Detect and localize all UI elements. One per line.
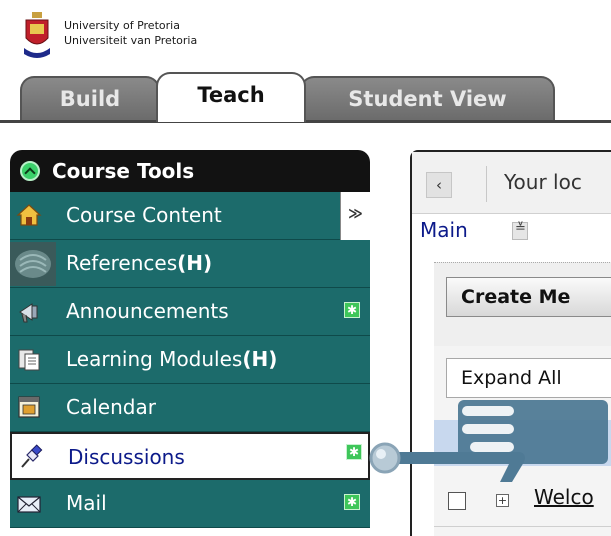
menu-item-label: Course Content bbox=[66, 203, 222, 227]
menu-item-learning-modules[interactable]: Learning Modules(H) bbox=[10, 336, 370, 384]
row-expand-icon[interactable]: + bbox=[496, 494, 509, 507]
menu-item-text: Learning Modules bbox=[66, 347, 243, 371]
university-crest-icon bbox=[24, 12, 50, 58]
menu-item-label: Calendar bbox=[66, 395, 156, 419]
book-icon bbox=[10, 242, 56, 286]
row-divider bbox=[434, 526, 611, 527]
breadcrumb-location: Your loc bbox=[504, 170, 582, 194]
collapse-arrow-icon[interactable] bbox=[20, 161, 40, 181]
menu-item-label: Mail bbox=[66, 491, 107, 515]
menu-item-label: Announcements bbox=[66, 299, 229, 323]
breadcrumb: ‹ Your loc bbox=[412, 152, 611, 214]
header: University of Pretoria Universiteit van … bbox=[0, 0, 611, 124]
mail-icon bbox=[17, 496, 41, 513]
menu-item-calendar[interactable]: Calendar bbox=[10, 384, 370, 432]
institution-name-afrikaans: Universiteit van Pretoria bbox=[64, 34, 198, 47]
menu-item-discussions[interactable]: Discussions ✱ bbox=[10, 432, 370, 480]
menu-item-mail[interactable]: Mail ✱ bbox=[10, 480, 370, 528]
menu-item-label: Discussions bbox=[68, 445, 185, 469]
megaphone-icon bbox=[19, 303, 38, 323]
course-tools-title: Course Tools bbox=[52, 159, 195, 183]
course-tools-menu: Course Tools Course Content ≫ References… bbox=[10, 150, 370, 536]
calendar-icon bbox=[18, 396, 40, 418]
page-options-menu-icon[interactable] bbox=[512, 221, 528, 240]
expand-all-button[interactable]: Expand All bbox=[446, 358, 611, 398]
pushpin-icon bbox=[21, 444, 43, 468]
institution-name-english: University of Pretoria bbox=[64, 19, 180, 32]
collapse-menu-button[interactable]: ≫ bbox=[340, 192, 370, 240]
menu-item-announcements[interactable]: Announcements ✱ bbox=[10, 288, 370, 336]
back-button[interactable]: ‹ bbox=[426, 172, 452, 198]
course-tools-header[interactable]: Course Tools bbox=[10, 150, 370, 192]
new-content-badge-icon: ✱ bbox=[344, 302, 360, 318]
row-checkbox[interactable] bbox=[448, 492, 466, 510]
list-header-row bbox=[434, 420, 611, 466]
tab-teach[interactable]: Teach bbox=[156, 72, 306, 122]
page-title: Main bbox=[420, 218, 468, 242]
home-icon bbox=[16, 204, 42, 226]
menu-item-references[interactable]: References(H) bbox=[10, 240, 370, 288]
institution-name: University of Pretoria Universiteit van … bbox=[64, 18, 197, 48]
new-content-badge-icon: ✱ bbox=[346, 444, 362, 460]
hidden-marker: (H) bbox=[242, 347, 278, 371]
tab-build[interactable]: Build bbox=[20, 76, 160, 122]
new-content-badge-icon: ✱ bbox=[344, 494, 360, 510]
modules-icon bbox=[18, 349, 40, 371]
menu-item-label: Learning Modules(H) bbox=[66, 347, 277, 371]
breadcrumb-divider bbox=[486, 166, 487, 202]
menu-item-label: References(H) bbox=[66, 251, 212, 275]
hidden-marker: (H) bbox=[177, 251, 213, 275]
row-title-link[interactable]: Welco bbox=[534, 485, 594, 509]
tab-student-view[interactable]: Student View bbox=[300, 76, 555, 122]
menu-item-text: References bbox=[66, 251, 178, 275]
menu-item-course-content[interactable]: Course Content ≫ bbox=[10, 192, 370, 240]
create-button[interactable]: Create Me bbox=[446, 277, 611, 317]
